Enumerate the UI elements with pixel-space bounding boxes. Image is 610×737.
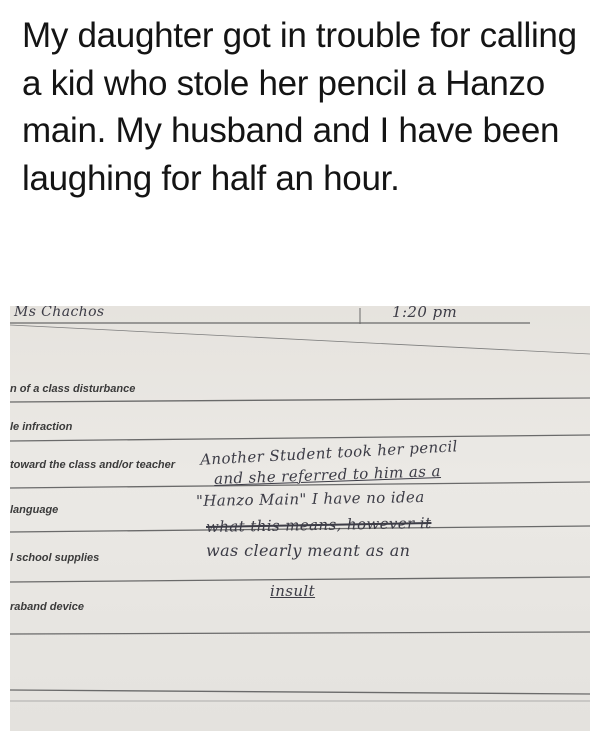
row-label-contraband-device: raband device xyxy=(10,601,84,613)
row-label-infraction: le infraction xyxy=(10,421,73,433)
teacher-name: Ms Chachos xyxy=(14,306,105,320)
row-label-class-disturbance: n of a class disturbance xyxy=(10,383,136,395)
row-label-school-supplies: l school supplies xyxy=(10,552,100,564)
row-label-toward-class: toward the class and/or teacher xyxy=(10,459,176,471)
handwriting-line-5: was clearly meant as an xyxy=(206,541,411,560)
time-written: 1:20 pm xyxy=(392,306,458,321)
row-label-language: language xyxy=(10,504,59,516)
handwriting-line-6: insult xyxy=(270,582,316,600)
photo-of-behavior-form: Ms Chachos 1:20 pm n of a class disturba… xyxy=(10,306,590,731)
post-caption: My daughter got in trouble for calling a… xyxy=(22,16,577,198)
